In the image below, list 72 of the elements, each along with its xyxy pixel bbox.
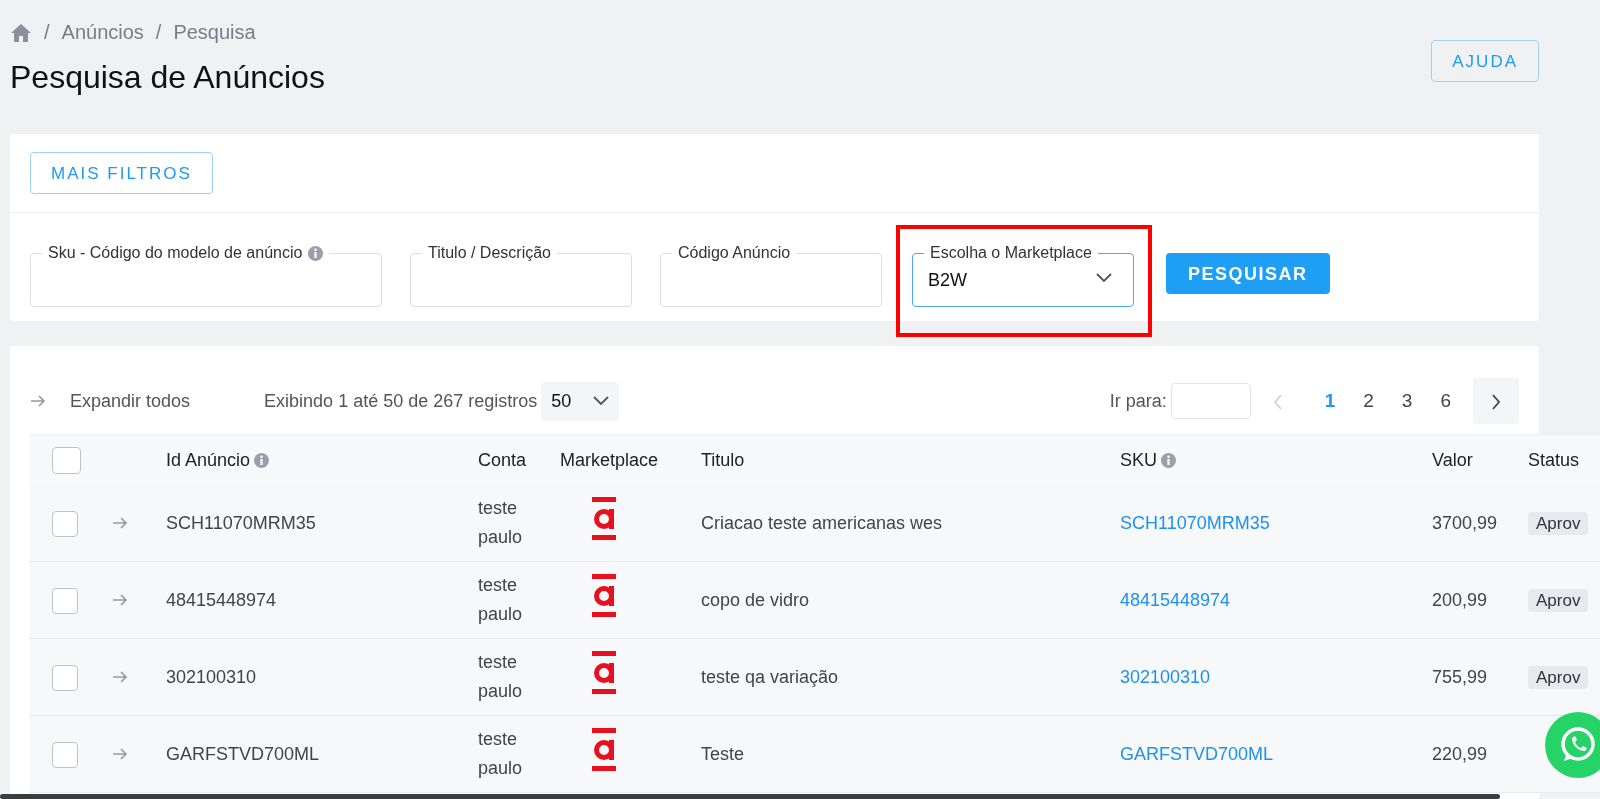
row-checkbox[interactable] xyxy=(52,588,78,615)
scrollbar[interactable] xyxy=(0,794,1500,799)
home-icon[interactable] xyxy=(10,22,32,42)
breadcrumb-link[interactable]: Anúncios xyxy=(61,17,144,47)
table-cell: Criacao teste americanas wes xyxy=(701,512,943,533)
records-summary: Exibindo 1 até 50 de 267 registros xyxy=(264,389,538,413)
chevron-down-icon xyxy=(593,396,610,407)
expand-arrow-icon[interactable] xyxy=(112,670,128,683)
page-input[interactable] xyxy=(1170,383,1251,420)
table-cell: SCH11070MRM35 xyxy=(166,512,316,533)
goto-label: Ir para: xyxy=(1109,389,1167,413)
status-badge: Aprov xyxy=(1528,588,1589,612)
row-checkbox[interactable] xyxy=(52,742,78,769)
table-cell-text: teste paulo xyxy=(478,728,524,781)
expand-all-link[interactable]: Expandir todos xyxy=(70,387,191,415)
page-button[interactable]: 2 xyxy=(1349,383,1388,420)
marketplace-logo-icon xyxy=(592,573,616,618)
column-header: Id Anúncio xyxy=(166,448,251,472)
table-cell: Teste xyxy=(701,743,745,764)
input-field[interactable]: Código Anúncio xyxy=(660,241,882,308)
field-label: Escolha o Marketplace xyxy=(930,243,1092,264)
expand-arrow-icon[interactable] xyxy=(112,593,128,606)
input-field[interactable]: Titulo / Descrição xyxy=(410,241,632,308)
column-header: Conta xyxy=(478,448,527,472)
select-value: B2W xyxy=(928,269,967,293)
chevron-right-icon xyxy=(1491,394,1501,411)
page-button[interactable]: 3 xyxy=(1387,383,1427,420)
field-label: Código Anúncio xyxy=(678,243,791,264)
expand-arrow-icon[interactable] xyxy=(112,747,128,760)
field-label: Sku - Código do modelo de anúncio xyxy=(48,243,303,264)
table-cell: 3700,99 xyxy=(1432,512,1498,533)
chevron-down-icon xyxy=(1096,273,1112,284)
table-cell-text: teste paulo xyxy=(478,497,524,550)
row-checkbox[interactable] xyxy=(52,665,78,692)
status-badge: Aprov xyxy=(1528,665,1589,689)
table-cell: teste qa variação xyxy=(701,666,839,687)
marketplace-logo-icon xyxy=(592,650,616,695)
input-field[interactable]: Sku - Código do modelo de anúncio xyxy=(30,241,382,308)
info-icon xyxy=(254,452,270,468)
column-header: SKU xyxy=(1120,448,1157,472)
table-cell: 48415448974 xyxy=(166,589,277,610)
page-title: Pesquisa de Anúncios xyxy=(10,58,325,97)
table-cell: 220,99 xyxy=(1432,743,1488,764)
table-cell: 302100310 xyxy=(166,666,257,687)
table-cell: 755,99 xyxy=(1432,666,1488,687)
page-size-select[interactable]: 50 xyxy=(541,381,620,421)
breadcrumb-separator: / xyxy=(155,20,162,45)
page-button[interactable]: 6 xyxy=(1426,383,1465,420)
chevron-left-icon xyxy=(1272,394,1283,411)
info-icon xyxy=(308,245,324,261)
column-header: Valor xyxy=(1432,448,1473,472)
table-cell: GARFSTVD700ML xyxy=(166,743,320,764)
arrow-right-icon xyxy=(30,395,46,408)
table-cell-text: teste paulo xyxy=(478,651,524,704)
marketplace-logo-icon xyxy=(592,496,616,541)
select-field[interactable]: Escolha o Marketplace B2W xyxy=(912,241,1134,308)
table-cell: 200,99 xyxy=(1432,589,1488,610)
select-all-checkbox[interactable] xyxy=(52,447,81,474)
marketplace-logo-icon xyxy=(592,727,616,772)
field-label: Titulo / Descrição xyxy=(428,243,551,264)
breadcrumb-current: Pesquisa xyxy=(173,20,256,45)
expand-arrow-icon[interactable] xyxy=(112,516,128,529)
breadcrumb-separator: / xyxy=(44,20,50,45)
column-header: Titulo xyxy=(701,448,745,472)
row-checkbox[interactable] xyxy=(52,510,78,537)
column-header: Marketplace xyxy=(560,448,659,472)
status-badge: Aprov xyxy=(1528,511,1589,535)
table-cell-text: teste paulo xyxy=(478,574,524,627)
table-cell: copo de vidro xyxy=(701,589,810,610)
info-icon xyxy=(1161,452,1176,468)
column-header: Status xyxy=(1528,448,1580,472)
next-page-button[interactable] xyxy=(1473,378,1519,425)
